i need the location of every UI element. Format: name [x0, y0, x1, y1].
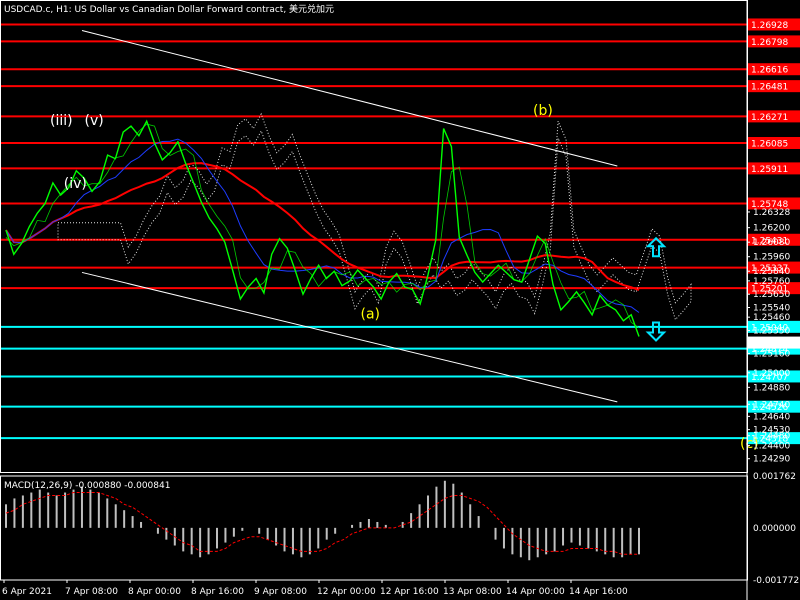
- y-tick-label: 1.25540: [753, 304, 790, 314]
- price-line: [5, 119, 640, 337]
- y-tick-label: 1.25350: [753, 326, 790, 336]
- wave-label: (v): [85, 113, 104, 129]
- wave-label: (iii): [50, 113, 73, 129]
- resistance-level-label: 1.26616: [751, 66, 788, 76]
- y-tick-label: 1.24480: [753, 432, 790, 442]
- y-tick-label: 1.24290: [753, 455, 790, 465]
- resistance-level-label: 1.26928: [751, 21, 788, 31]
- macd-y-tick-label: 0.001762: [753, 472, 796, 482]
- main-frame: [0, 0, 748, 473]
- macd-label: MACD(12,26,9) -0.000880 -0.000841: [4, 481, 170, 491]
- price-chart[interactable]: 1.26928 1.26798 1.26616 1.26481 1.26271 1.260…: [0, 0, 800, 600]
- x-tick-label: 7 Apr 08:00: [65, 587, 118, 597]
- x-tick-label: 14 Apr 16:00: [569, 587, 628, 597]
- y-tick-label: 1.24740: [753, 400, 790, 410]
- macd-panel: MACD(12,26,9) -0.000880 -0.000841 0.00176…: [0, 472, 799, 586]
- x-tick-label: 6 Apr 2021: [2, 587, 52, 597]
- resistance-level-label: 1.26085: [751, 140, 788, 150]
- x-tick-label: 12 Apr 16:00: [380, 587, 439, 597]
- wave-label: (a): [361, 306, 381, 322]
- y-tick-label: 1.25650: [753, 290, 790, 300]
- y-tick-label: 1.25760: [753, 277, 790, 287]
- x-tick-label: 8 Apr 00:00: [128, 587, 181, 597]
- y-tick-label: 1.26328: [753, 208, 790, 218]
- y-tick-label: 1.25840: [753, 267, 790, 277]
- channel-lower-line: [81, 271, 618, 403]
- wave-label: (iv): [64, 176, 87, 192]
- resistance-level-label: 1.25911: [751, 165, 788, 175]
- price-series-group: [5, 119, 640, 337]
- chart-title: USDCAD.c, H1: US Dollar vs Canadian Doll…: [4, 3, 334, 15]
- x-tick-label: 13 Apr 08:00: [443, 587, 502, 597]
- y-tick-label: 1.25160: [753, 349, 790, 359]
- arrow-down-icon: [645, 321, 667, 342]
- y-tick-label: 1.24400: [753, 441, 790, 451]
- y-tick-label: 1.26200: [753, 224, 790, 234]
- macd-y-tick-label: -0.001772: [753, 576, 799, 586]
- wave-labels-group: (iii) (v)(iv)(a)(b)(c): [50, 103, 759, 452]
- x-tick-label: 12 Apr 00:00: [317, 587, 376, 597]
- level-lines-group: 1.26928 1.26798 1.26616 1.26481 1.26271 1.260…: [0, 18, 800, 445]
- x-tick-label: 8 Apr 16:00: [191, 587, 244, 597]
- x-tick-label: 14 Apr 00:00: [506, 587, 565, 597]
- arrow-markers-group: [645, 236, 667, 342]
- arrow-up-icon: [645, 236, 667, 258]
- y-tick-label: 1.25960: [753, 253, 790, 263]
- resistance-level-label: 1.26798: [751, 38, 788, 48]
- y-tick-label: 1.24640: [753, 412, 790, 422]
- macd-y-tick-label: 0.000000: [753, 524, 796, 534]
- y-tick-label: 1.25240: [753, 340, 790, 350]
- y-tick-label: 1.25460: [753, 313, 790, 323]
- resistance-level-label: 1.26481: [751, 83, 788, 93]
- y-tick-label: 1.24880: [753, 383, 790, 393]
- wave-label: (b): [533, 103, 553, 119]
- resistance-level-label: 1.26271: [751, 113, 788, 123]
- y-tick-label: 1.25000: [753, 369, 790, 379]
- channel-upper-line: [81, 30, 618, 167]
- x-tick-label: 9 Apr 08:00: [254, 587, 307, 597]
- y-tick-label: 1.26080: [753, 238, 790, 248]
